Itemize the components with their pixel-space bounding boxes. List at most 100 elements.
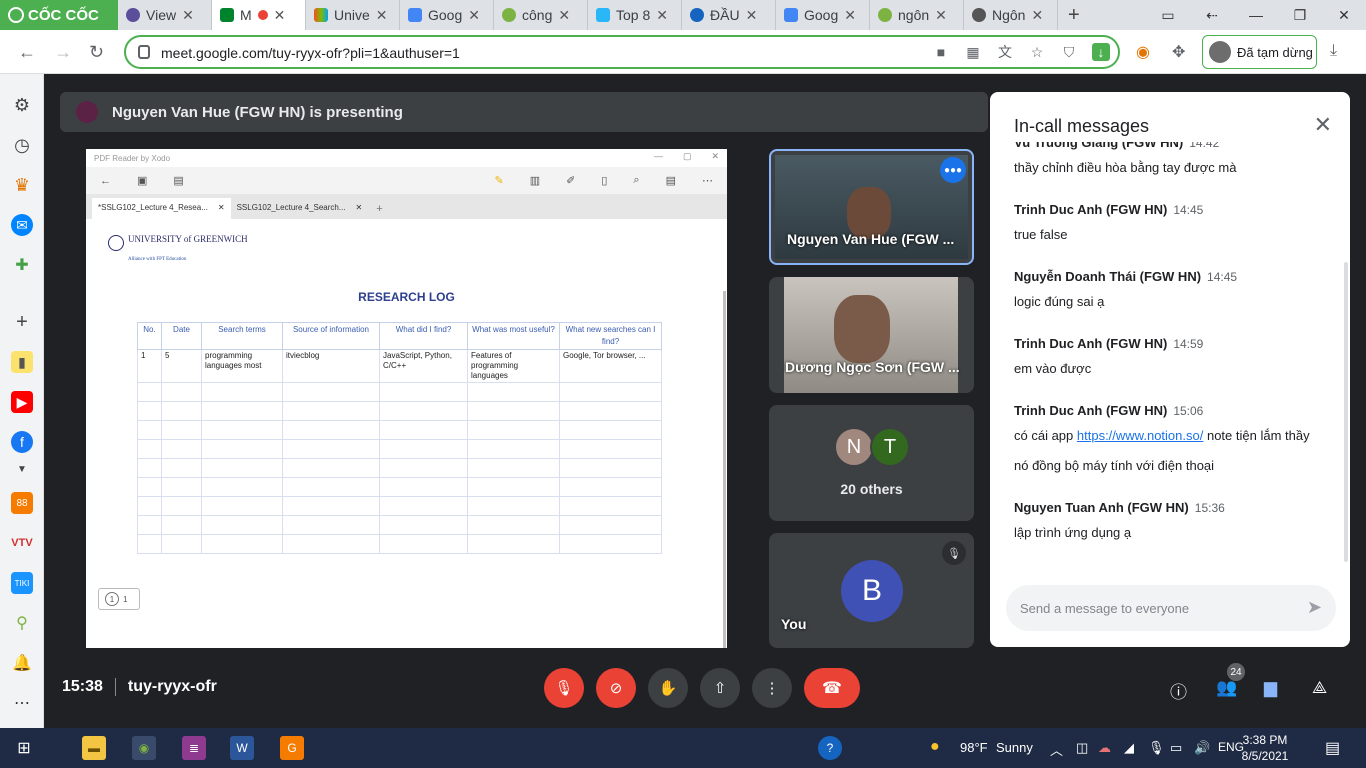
extensions-puzzle-icon[interactable]: ✥ — [1172, 42, 1185, 62]
leave-call-button[interactable]: ☎ — [804, 668, 860, 708]
gamepad-icon[interactable]: ✚ — [11, 254, 33, 276]
back-button[interactable]: ← — [18, 42, 36, 63]
reload-button[interactable]: ↻ — [89, 42, 104, 63]
close-tab-icon[interactable]: ✕ — [468, 7, 480, 24]
star-icon[interactable]: ☆ — [1028, 43, 1046, 61]
coccoc-map-icon[interactable]: ⚲ — [11, 612, 33, 634]
browser-tab[interactable]: ngôn ✕ — [870, 0, 964, 30]
microphone-tray-icon[interactable]: 🎙 — [1148, 740, 1165, 756]
coccoc-menu-button[interactable]: CỐC CỐC — [0, 0, 118, 30]
downloads-icon[interactable]: ⤓ — [1330, 42, 1337, 60]
chat-input[interactable]: Send a message to everyone ➤ — [1006, 585, 1336, 631]
close-tab-icon[interactable]: ✕ — [935, 7, 947, 24]
minimize-button[interactable]: — — [1234, 0, 1278, 30]
notification-bell-icon[interactable]: 🔔 — [11, 652, 33, 674]
microphone-toggle-button[interactable]: 🎙 — [544, 668, 584, 708]
participant-tile-presenter[interactable]: ●●● Nguyen Van Hue (FGW ... — [769, 149, 974, 265]
history-icon[interactable]: ◷ — [11, 134, 33, 156]
more-options-icon[interactable]: ⋯ — [11, 692, 33, 714]
facebook-icon[interactable]: f — [11, 431, 33, 453]
wifi-icon[interactable]: ◢ — [1124, 740, 1134, 756]
weather-condition[interactable]: Sunny — [996, 740, 1033, 755]
vtv-icon[interactable]: VTV — [11, 532, 33, 554]
meeting-details-info-icon[interactable]: ⓘ — [1170, 678, 1187, 703]
table-cell — [559, 439, 662, 459]
close-chat-button[interactable]: ✕ — [1314, 112, 1332, 138]
back-arrow-icon[interactable]: ⇠ — [1190, 0, 1234, 30]
notifications-icon[interactable]: ▤ — [1325, 738, 1340, 758]
activities-icon[interactable]: ⟁ — [1312, 678, 1327, 698]
messenger-icon[interactable]: ✉ — [11, 214, 33, 236]
close-tab-icon[interactable]: ✕ — [182, 7, 194, 24]
battery-icon[interactable]: ▭ — [1170, 740, 1182, 756]
more-options-button[interactable]: ⋮ — [752, 668, 792, 708]
chat-scrollbar[interactable] — [1344, 262, 1348, 562]
youtube-icon[interactable]: ▶ — [11, 391, 33, 413]
new-tab-button[interactable]: + — [1058, 4, 1090, 27]
forward-button[interactable]: → — [54, 42, 72, 63]
qr-code-icon[interactable]: ▦ — [964, 43, 982, 61]
screenshot-icon[interactable]: ▭ — [1146, 0, 1190, 30]
tiki-icon[interactable]: TIKI — [11, 572, 33, 594]
people-icon[interactable]: 👥 — [1216, 678, 1237, 698]
windows-start-icon[interactable]: ⊞ — [12, 736, 36, 760]
camera-toggle-button[interactable]: ⊘ — [596, 668, 636, 708]
notes-icon[interactable]: ▮ — [11, 351, 33, 373]
browser-tab[interactable]: Goog ✕ — [776, 0, 870, 30]
chat-icon[interactable]: ▆ — [1264, 678, 1277, 698]
participant-tile[interactable]: Dương Ngọc Sơn (FGW ... — [769, 277, 974, 393]
table-header-row: No. Date Search terms Source of informat… — [137, 322, 662, 350]
translate-icon[interactable]: 文 — [996, 43, 1014, 61]
add-sidebar-app-icon[interactable]: + — [11, 311, 33, 333]
volume-icon[interactable]: 🔊 — [1194, 740, 1210, 756]
browser-tab[interactable]: Ngôn ✕ — [964, 0, 1058, 30]
settings-gear-icon[interactable]: ⚙ — [11, 94, 33, 116]
taskbar-clock[interactable]: 3:38 PM 8/5/2021 — [1230, 732, 1300, 764]
close-window-button[interactable]: ✕ — [1322, 0, 1366, 30]
close-tab-icon[interactable]: ✕ — [844, 7, 856, 24]
temperature[interactable]: 98°F — [960, 740, 988, 755]
browser-tab[interactable]: Top 8 ✕ — [588, 0, 682, 30]
meeting-clock: 15:38 — [62, 678, 103, 695]
app-88-icon[interactable]: 88 — [11, 492, 33, 514]
close-tab-icon[interactable]: ✕ — [274, 7, 286, 24]
maximize-button[interactable]: ❐ — [1278, 0, 1322, 30]
profile-button[interactable]: Đã tạm dừng — [1202, 35, 1317, 69]
url-text[interactable]: meet.google.com/tuy-ryyx-ofr?pli=1&authu… — [161, 45, 460, 61]
browser-tab[interactable]: Unive ✕ — [306, 0, 400, 30]
pdf-app-icon[interactable]: G — [280, 736, 304, 760]
close-tab-icon[interactable]: ✕ — [1031, 7, 1043, 24]
others-tile[interactable]: N T 20 others — [769, 405, 974, 521]
present-screen-button[interactable]: ⇧ — [700, 668, 740, 708]
chevron-down-icon[interactable]: ▼ — [11, 458, 33, 480]
close-tab-icon[interactable]: ✕ — [746, 7, 758, 24]
browser-tab[interactable]: công ✕ — [494, 0, 588, 30]
coccoc-browser-icon[interactable]: ◉ — [132, 736, 156, 760]
browser-tab[interactable]: ĐẦU ✕ — [682, 0, 776, 30]
lock-icon[interactable] — [138, 45, 150, 59]
word-icon[interactable]: W — [230, 736, 254, 760]
close-tab-icon[interactable]: ✕ — [376, 7, 388, 24]
self-tile[interactable]: 🎙 B You — [769, 533, 974, 648]
browser-tab[interactable]: Goog ✕ — [400, 0, 494, 30]
weather-sun-icon[interactable]: ● — [930, 738, 940, 756]
tray-expand-icon[interactable]: ︿ — [1050, 740, 1063, 759]
close-tab-icon[interactable]: ✕ — [558, 7, 570, 24]
send-icon[interactable]: ➤ — [1307, 597, 1322, 618]
browser-tab-active[interactable]: M ✕ — [212, 0, 306, 30]
security-tray-icon[interactable]: ☁ — [1098, 740, 1111, 756]
close-tab-icon[interactable]: ✕ — [656, 7, 668, 24]
message-link[interactable]: https://www.notion.so/ — [1077, 428, 1203, 443]
coccoc-extension-icon[interactable]: ◉ — [1136, 42, 1150, 62]
browser-tab[interactable]: View ✕ — [118, 0, 212, 30]
camera-tray-icon[interactable]: ◫ — [1076, 740, 1088, 756]
help-icon[interactable]: ? — [818, 736, 842, 760]
download-icon[interactable]: ↓ — [1092, 43, 1110, 61]
address-bar[interactable]: meet.google.com/tuy-ryyx-ofr?pli=1&authu… — [124, 35, 1120, 69]
camera-icon[interactable]: ■ — [932, 43, 950, 61]
file-explorer-icon[interactable]: ▬ — [82, 736, 106, 760]
winrar-icon[interactable]: ≣ — [182, 736, 206, 760]
raise-hand-button[interactable]: ✋ — [648, 668, 688, 708]
shield-icon[interactable]: ⛉ — [1060, 43, 1078, 61]
crown-icon[interactable]: ♛ — [11, 174, 33, 196]
